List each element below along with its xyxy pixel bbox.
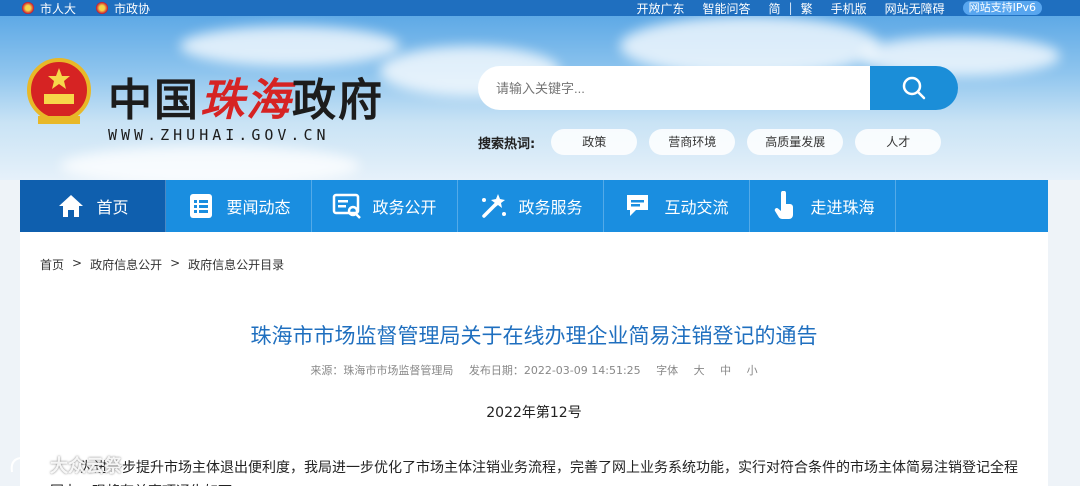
chat-icon (624, 191, 654, 221)
app-watermark: 大众云祭 (8, 452, 122, 478)
breadcrumb-separator: > (72, 256, 83, 270)
font-size-small[interactable]: 小 (747, 364, 758, 377)
article-paragraph: 为进一步提升市场主体退出便利度，我局进一步优化了市场主体注销业务流程，完善了网上… (50, 460, 1018, 486)
link-simplified[interactable]: 简 (769, 0, 781, 17)
top-utility-bar: 市人大 市政协 开放广东 智能问答 简 | 繁 手机版 网站无障碍 网站支持IP… (0, 0, 1080, 16)
logo-part-zhuhai: 珠海 (200, 75, 292, 126)
nav-news[interactable]: 要闻动态 (166, 180, 312, 232)
national-emblem-icon (27, 58, 91, 124)
breadcrumb-info-open[interactable]: 政府信息公开 (90, 256, 162, 273)
logo-part-china: 中国 (108, 75, 200, 126)
hot-tag-policy[interactable]: 政策 (551, 129, 638, 155)
site-logo-text[interactable]: 中国珠海政府 (108, 64, 384, 128)
link-traditional[interactable]: 繁 (801, 0, 813, 17)
font-size-label: 字体 (656, 364, 679, 377)
breadcrumb-separator: > (170, 256, 181, 270)
article-meta: 来源：珠海市市场监督管理局 发布日期：2022-03-09 14:51:25 字… (20, 362, 1048, 378)
nav-news-label: 要闻动态 (226, 198, 291, 217)
ipv6-badge: 网站支持IPv6 (962, 1, 1042, 15)
article-title: 珠海市市场监督管理局关于在线办理企业简易注销登记的通告 (250, 324, 818, 348)
nav-home[interactable]: 首页 (20, 180, 166, 232)
site-header: 中国珠海政府 WWW.ZHUHAI.GOV.CN 搜索热词: 政策 营商环境 高… (0, 16, 1080, 180)
top-right-links: 开放广东 智能问答 简 | 繁 手机版 网站无障碍 网站支持IPv6 (636, 0, 1042, 16)
home-icon (56, 191, 86, 221)
search-input[interactable] (478, 66, 870, 110)
nav-interaction-label: 互动交流 (664, 198, 729, 217)
divider: | (788, 1, 793, 15)
watermark-logo-icon (10, 457, 43, 473)
site-url-text: WWW.ZHUHAI.GOV.CN (108, 126, 330, 144)
logo-part-gov: 政府 (292, 75, 384, 126)
nav-gov-open[interactable]: 政务公开 (312, 180, 458, 232)
search-icon (902, 76, 926, 100)
document-number: 2022年第12号 (486, 405, 582, 421)
link-mobile[interactable]: 手机版 (831, 0, 867, 17)
renda-emblem-icon (22, 2, 34, 14)
news-list-icon (186, 191, 216, 221)
search-bar (478, 66, 958, 110)
zhengxie-emblem-icon (96, 2, 109, 14)
top-left-links: 市人大 市政协 (22, 0, 150, 16)
article-date: 发布日期：2022-03-09 14:51:25 (468, 364, 641, 377)
link-open-guangdong[interactable]: 开放广东 (636, 0, 684, 17)
nav-gov-service-label: 政务服务 (518, 198, 583, 217)
nav-gov-service[interactable]: 政务服务 (458, 180, 604, 232)
main-nav: 首页 要闻动态 政务公开 政务服务 互动交流 走进珠海 (20, 180, 1048, 232)
search-button[interactable] (870, 66, 958, 110)
gov-open-icon (332, 191, 362, 221)
link-smart-qa[interactable]: 智能问答 (702, 0, 750, 17)
hot-tag-development[interactable]: 高质量发展 (747, 129, 844, 155)
link-renda[interactable]: 市人大 (22, 0, 76, 17)
font-size-medium[interactable]: 中 (720, 364, 731, 377)
breadcrumb-info-catalog[interactable]: 政府信息公开目录 (188, 256, 284, 273)
nav-home-label: 首页 (96, 198, 129, 217)
nav-gov-open-label: 政务公开 (372, 198, 437, 217)
link-zhengxie[interactable]: 市政协 (96, 0, 150, 17)
hot-label: 搜索热词: (478, 136, 536, 152)
breadcrumb: 首页 > 政府信息公开 > 政府信息公开目录 (40, 256, 284, 273)
link-zhengxie-label: 市政协 (114, 1, 151, 16)
breadcrumb-home[interactable]: 首页 (40, 256, 64, 273)
font-size-large[interactable]: 大 (694, 364, 705, 377)
watermark-text: 大众云祭 (50, 456, 122, 477)
article-source: 来源：珠海市市场监督管理局 (310, 364, 454, 377)
nav-about-zhuhai[interactable]: 走进珠海 (750, 180, 896, 232)
link-accessibility[interactable]: 网站无障碍 (885, 0, 945, 17)
hot-search-terms: 搜索热词: 政策 营商环境 高质量发展 人才 (478, 129, 942, 155)
nav-about-zhuhai-label: 走进珠海 (810, 198, 875, 217)
service-wand-icon (478, 191, 508, 221)
link-renda-label: 市人大 (40, 1, 77, 16)
hot-tag-business-env[interactable]: 营商环境 (649, 129, 736, 155)
hot-tag-talent[interactable]: 人才 (855, 129, 942, 155)
article-panel: 首页 > 政府信息公开 > 政府信息公开目录 珠海市市场监督管理局关于在线办理企… (20, 232, 1048, 486)
hand-pointer-icon (770, 191, 800, 221)
nav-interaction[interactable]: 互动交流 (604, 180, 750, 232)
